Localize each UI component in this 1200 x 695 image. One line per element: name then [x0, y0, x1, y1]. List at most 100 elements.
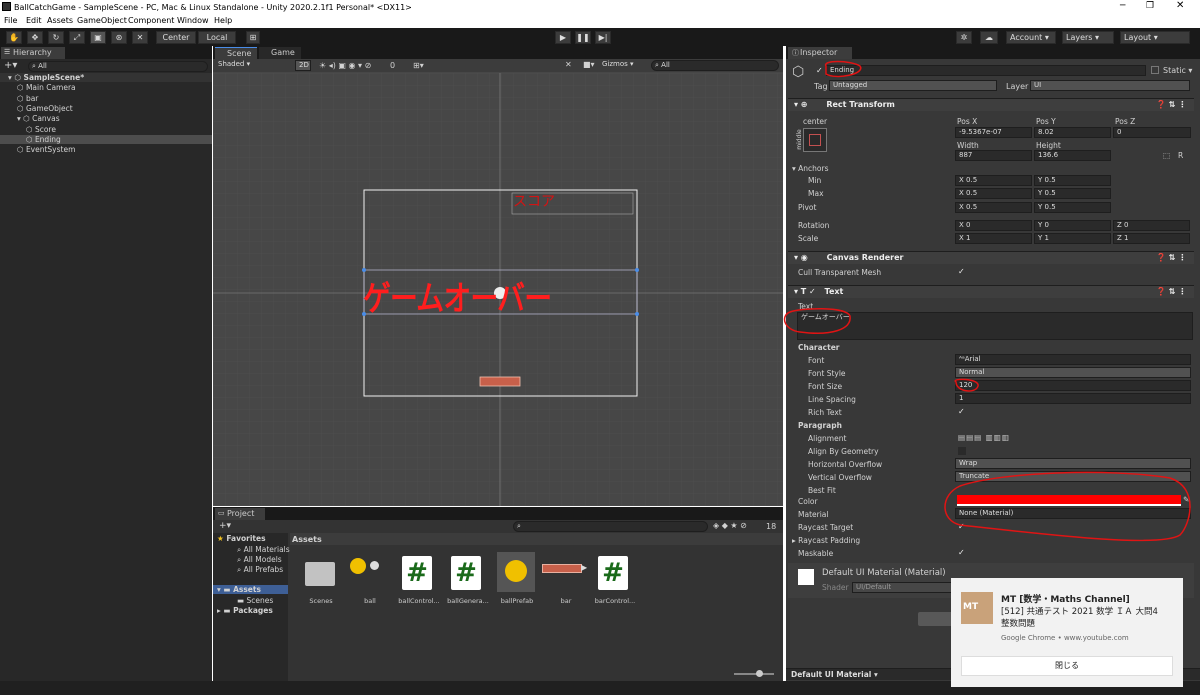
font-field[interactable]: ᴬᵃArial — [955, 354, 1191, 365]
chrome-notification[interactable]: MT MT [数学・Maths Channel] [512] 共通テスト 202… — [951, 578, 1183, 687]
pivot-local-button[interactable]: Local — [198, 31, 236, 44]
vector-field[interactable]: Y 0.5 — [1034, 175, 1111, 186]
cull-checkbox[interactable]: ✓ — [958, 268, 966, 276]
project-search-input[interactable]: ⌕ — [513, 521, 708, 532]
hierarchy-item[interactable]: ⬡ Ending — [0, 134, 212, 144]
collab-icon[interactable]: ✲ — [956, 31, 972, 44]
tree-assets[interactable]: ▾ ▬ Assets — [213, 585, 288, 594]
grid-icon[interactable]: ⊞▾ — [413, 61, 424, 70]
object-name-field[interactable]: Ending — [826, 65, 1146, 76]
fav-item[interactable]: ⌕ All Prefabs — [237, 565, 283, 575]
hand-tool-icon[interactable]: ✋ — [6, 31, 22, 44]
asset-item[interactable]: Scenes — [301, 552, 347, 612]
rotate-tool-icon[interactable]: ↻ — [48, 31, 64, 44]
anchor-preset-button[interactable] — [803, 128, 827, 152]
height-field[interactable]: 136.6 — [1034, 150, 1111, 161]
menu-edit[interactable]: Edit — [26, 16, 42, 25]
add-icon[interactable]: +▾ — [4, 60, 17, 71]
geom-checkbox[interactable] — [958, 447, 966, 455]
raw-edit-button[interactable]: R — [1178, 151, 1183, 160]
project-add-icon[interactable]: +▾ — [219, 521, 231, 531]
tab-game[interactable]: Game — [259, 47, 301, 59]
vector-field[interactable]: Y 0.5 — [1034, 202, 1111, 213]
hierarchy-item[interactable]: ⬡ Score — [0, 125, 212, 134]
menu-gameobject[interactable]: GameObject — [77, 16, 127, 25]
shading-dropdown[interactable]: Shaded ▾ — [215, 60, 289, 71]
active-checkbox[interactable]: ✓ — [816, 67, 824, 75]
shader-dropdown[interactable]: UI/Default — [852, 582, 952, 593]
play-icon[interactable]: ▶ — [555, 31, 571, 44]
material-preview-dropdown[interactable]: Default UI Material ▾ — [791, 670, 878, 679]
menu-file[interactable]: File — [4, 16, 17, 25]
vector-field[interactable]: X 0.5 — [955, 175, 1032, 186]
alignment-buttons[interactable]: ▤▤▤ ▥▥▥ — [958, 433, 1010, 442]
static-dropdown[interactable]: Static ▾ — [1163, 66, 1192, 75]
asset-item[interactable]: # ballGenera... — [447, 552, 494, 612]
vector-field[interactable]: X 1 — [955, 233, 1032, 244]
step-icon[interactable]: ▶| — [595, 31, 611, 44]
menu-assets[interactable]: Assets — [47, 16, 73, 25]
static-checkbox[interactable] — [1151, 66, 1159, 74]
cloud-icon[interactable]: ☁ — [980, 31, 998, 44]
voverflow-dropdown[interactable]: Truncate — [955, 471, 1191, 482]
asset-item[interactable]: ball — [350, 552, 396, 612]
material-field[interactable]: None (Material) — [955, 508, 1191, 519]
transform-tool-icon[interactable]: ⊛ — [111, 31, 127, 44]
close-icon[interactable]: ✕ — [1176, 0, 1184, 11]
fontstyle-dropdown[interactable]: Normal — [955, 367, 1191, 378]
tools-icon[interactable]: ✕ — [565, 60, 572, 69]
mode-2d-toggle[interactable]: 2D — [295, 60, 311, 71]
layers-dropdown[interactable]: Layers ▾ — [1062, 31, 1114, 44]
custom-tool-icon[interactable]: ✕ — [132, 31, 148, 44]
hierarchy-item[interactable]: ⬡ EventSystem — [0, 145, 212, 154]
camera-icon[interactable]: ■▾ — [583, 60, 595, 69]
canvas-renderer-header[interactable]: ▾ ◉ Canvas Renderer ❓ ⇅ ⋮ — [788, 251, 1194, 264]
text-component-header[interactable]: ▾ T ✓ Text ❓ ⇅ ⋮ — [788, 285, 1194, 298]
lighting-icon[interactable]: ☀ ◂) ▣ ◉ ▾ ⊘ — [319, 61, 371, 70]
layout-dropdown[interactable]: Layout ▾ — [1120, 31, 1190, 44]
vector-field[interactable]: Y 1 — [1034, 233, 1111, 244]
anchors-label[interactable]: ▾ Anchors — [792, 164, 829, 173]
filter-icons[interactable]: ◈ ◆ ★ ⊘ — [713, 521, 747, 530]
text-area[interactable]: ゲームオーバー — [797, 312, 1193, 340]
favorites-header[interactable]: ★ Favorites — [217, 534, 266, 543]
scene-search-input[interactable]: ⌕ All — [651, 60, 779, 71]
posx-field[interactable]: -9.5367e-07 — [955, 127, 1032, 138]
vector-field[interactable]: X 0.5 — [955, 188, 1032, 199]
tree-scenes[interactable]: ▬ Scenes — [237, 596, 273, 605]
fav-item[interactable]: ⌕ All Materials — [237, 545, 290, 555]
gizmos-dropdown[interactable]: Gizmos ▾ — [599, 60, 647, 71]
asset-item[interactable]: # barControl... — [595, 552, 641, 612]
hoverflow-dropdown[interactable]: Wrap — [955, 458, 1191, 469]
zoom-slider[interactable] — [734, 670, 774, 677]
rect-tool-icon[interactable]: ▣ — [90, 31, 106, 44]
fav-item[interactable]: ⌕ All Models — [237, 555, 282, 565]
add-component-button[interactable] — [918, 612, 954, 626]
linespacing-field[interactable]: 1 — [955, 393, 1191, 404]
hierarchy-search-input[interactable]: ⌕ All — [28, 61, 208, 72]
asset-item[interactable]: ▶ bar — [542, 552, 592, 612]
asset-item[interactable]: ballPrefab — [497, 552, 543, 612]
hierarchy-item[interactable]: ⬡ bar — [0, 94, 212, 103]
hierarchy-item[interactable]: ▾ ⬡ SampleScene* — [0, 73, 212, 82]
hierarchy-item[interactable]: ⬡ Main Camera — [0, 83, 212, 92]
minimize-icon[interactable]: ─ — [1120, 1, 1125, 11]
move-tool-icon[interactable]: ✥ — [27, 31, 43, 44]
menu-help[interactable]: Help — [214, 16, 232, 25]
asset-item[interactable]: # ballControl... — [398, 552, 445, 612]
hierarchy-item[interactable]: ▾ ⬡ Canvas — [0, 114, 212, 123]
vector-field[interactable]: Y 0.5 — [1034, 188, 1111, 199]
vector-field[interactable]: X 0 — [955, 220, 1032, 231]
fontsize-field[interactable]: 120 — [955, 380, 1191, 391]
pivot-center-button[interactable]: Center — [156, 31, 196, 44]
vector-field[interactable]: Y 0 — [1034, 220, 1111, 231]
vector-field[interactable]: Z 1 — [1113, 233, 1190, 244]
layer-dropdown[interactable]: UI — [1030, 80, 1190, 91]
width-field[interactable]: 887 — [955, 150, 1032, 161]
scale-tool-icon[interactable]: ⤢ — [69, 31, 85, 44]
hierarchy-item[interactable]: ⬡ GameObject — [0, 104, 212, 113]
maximize-icon[interactable]: ❐ — [1146, 1, 1154, 11]
vector-field[interactable]: X 0.5 — [955, 202, 1032, 213]
eyedropper-icon[interactable]: ✎ — [1183, 495, 1189, 504]
vector-field[interactable]: Z 0 — [1113, 220, 1190, 231]
